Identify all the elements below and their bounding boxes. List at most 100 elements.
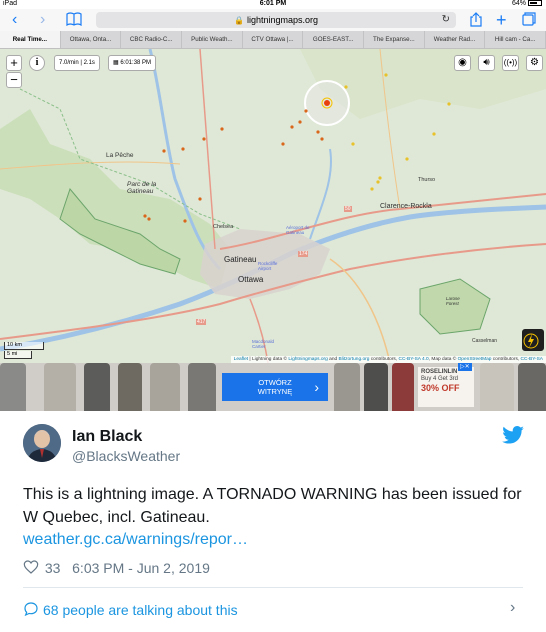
comment-bubble-icon — [23, 601, 39, 621]
calendar-icon: ▦ — [113, 60, 119, 66]
tab-ottawa[interactable]: Ottawa, Onta... — [61, 31, 122, 48]
tweet-link[interactable]: weather.gc.ca/warnings/repor… — [23, 531, 248, 549]
map-canvas — [0, 49, 546, 363]
lightning-logo-icon[interactable] — [522, 329, 544, 351]
lightning-map[interactable]: + − i 7.0/min | 2.1s ▦ 6:01:38 PM ◉ 🔊︎ (… — [0, 49, 546, 363]
status-time: 6:01 PM — [259, 0, 287, 7]
zoom-in-button[interactable]: + — [6, 55, 22, 71]
label-gatineau: Gatineau — [224, 255, 257, 264]
twitter-bird-icon[interactable] — [502, 426, 524, 449]
tweet-timestamp[interactable]: 6:03 PM - Jun 2, 2019 — [72, 560, 210, 576]
scale-mi: 5 mi — [4, 351, 32, 359]
battery-indicator: 64% — [512, 0, 542, 7]
map-clock: ▦ 6:01:38 PM — [108, 55, 157, 71]
author-name[interactable]: Ian Black — [72, 428, 142, 446]
label-hwy-50: 50 — [344, 206, 352, 212]
ad-button-line2: WITRYNĘ — [257, 387, 293, 396]
label-gatineau-airport: Aéroport de Gatineau — [286, 225, 310, 235]
ad-product-image — [0, 363, 26, 411]
status-bar: iPad 6:01 PM 64% — [0, 0, 546, 9]
author-handle[interactable]: @BlacksWeather — [72, 448, 180, 464]
signal-icon[interactable]: ((•)) — [502, 55, 519, 71]
tweet-text: This is a lightning image. A TORNADO WAR… — [23, 486, 522, 526]
cc-license-link[interactable]: CC-BY-SA 4.0 — [398, 357, 428, 362]
label-macdonald-cartier: Macdonald Cartier — [252, 339, 275, 349]
map-attribution: Leaflet | Lightning data © Lightningmaps… — [230, 356, 546, 363]
blitzortung-link[interactable]: Blitzortung.org — [338, 357, 369, 362]
tab-hill-cam[interactable]: Hill cam - Ca... — [485, 31, 546, 48]
cc-license-link-2[interactable]: CC-BY-SA — [521, 357, 543, 362]
ad-product-image — [334, 363, 360, 411]
tab-cbc-radio[interactable]: CBC Radio-C... — [121, 31, 183, 48]
lightningmaps-link[interactable]: Lightningmaps.org — [288, 357, 327, 362]
tab-goes-east[interactable]: GOES-EAST... — [303, 31, 365, 48]
ad-product-image — [480, 363, 514, 411]
locate-icon[interactable]: ◉ — [454, 55, 471, 71]
tab-strip: Real Time... Ottawa, Onta... CBC Radio-C… — [0, 31, 546, 49]
label-la-peche: La Pêche — [106, 152, 134, 159]
tabs-overview-icon[interactable] — [522, 12, 536, 31]
clock-text: 6:01:38 PM — [120, 60, 152, 66]
ad-sale: 30% OFF — [421, 383, 460, 393]
like-count[interactable]: 33 — [45, 560, 61, 576]
battery-percent: 64% — [511, 0, 526, 7]
forward-icon[interactable]: › — [40, 11, 45, 29]
tab-public-weather[interactable]: Public Weath... — [182, 31, 243, 48]
conversation-count-text: 68 people are talking about this — [43, 602, 238, 618]
tab-the-expanse[interactable]: The Expanse... — [364, 31, 425, 48]
scale-km: 10 km — [4, 342, 44, 350]
label-clarence-rockland: Clarence-Rockla — [380, 203, 432, 210]
tab-weather-radar[interactable]: Weather Rad... — [425, 31, 486, 48]
ad-promo: Buy 4 Get 3rd — [421, 376, 459, 382]
ad-product-image — [84, 363, 110, 411]
open-website-button[interactable]: OTWÓRZ WITRYNĘ › — [222, 373, 328, 401]
url-text: lightningmaps.org — [246, 15, 318, 25]
share-icon[interactable] — [470, 12, 482, 32]
divider — [23, 587, 523, 588]
info-icon[interactable]: i — [29, 55, 45, 71]
reload-icon[interactable]: ↻ — [442, 12, 450, 28]
browser-toolbar: ‹ › 🔒 lightningmaps.org ↻ + — [0, 9, 546, 31]
tweet-card: Ian Black @BlacksWeather This is a light… — [0, 411, 546, 632]
label-larose-forest: Larose Forest — [446, 296, 460, 306]
address-bar[interactable]: 🔒 lightningmaps.org ↻ — [96, 12, 456, 28]
tab-ctv-ottawa[interactable]: CTV Ottawa |... — [243, 31, 304, 48]
bookmarks-icon[interactable] — [66, 12, 82, 31]
new-tab-icon[interactable]: + — [496, 11, 507, 29]
chevron-right-icon: › — [314, 379, 319, 395]
label-chelsea: Chelsea — [213, 224, 234, 230]
label-ottawa: Ottawa — [238, 275, 264, 284]
back-icon[interactable]: ‹ — [12, 11, 17, 29]
ad-product-image — [188, 363, 216, 411]
battery-icon — [528, 0, 542, 7]
label-thurso: Thurso — [418, 177, 436, 183]
chevron-right-icon[interactable]: › — [510, 599, 515, 617]
strike-rate: 7.0/min | 2.1s — [54, 55, 100, 71]
ad-product-image — [118, 363, 142, 411]
settings-gear-icon[interactable]: ⚙ — [526, 55, 543, 71]
avatar[interactable] — [23, 424, 61, 462]
label-parc-gatineau: Parc de la Gatineau — [127, 181, 157, 195]
ad-brand-box: ROSELINLIN Buy 4 Get 3rd 30% OFF — [418, 367, 474, 407]
ad-product-image — [150, 363, 180, 411]
zoom-out-button[interactable]: − — [6, 72, 22, 88]
label-rockcliffe: Rockcliffe Airport — [258, 261, 278, 271]
sound-icon[interactable]: 🔊︎ — [478, 55, 495, 71]
label-casselman: Casselman — [472, 338, 498, 344]
ad-banner[interactable]: OTWÓRZ WITRYNĘ › ROSELINLIN Buy 4 Get 3r… — [0, 363, 546, 411]
ad-product-image — [364, 363, 388, 411]
ad-choices-icon[interactable]: ▷✕ — [458, 363, 472, 371]
like-heart-icon[interactable] — [23, 559, 39, 579]
label-hwy-174: 174 — [298, 251, 309, 257]
osm-link[interactable]: OpenStreetMap — [458, 357, 492, 362]
lock-icon: 🔒 — [233, 16, 244, 25]
label-hwy-417: 417 — [196, 319, 207, 325]
ad-product-image — [44, 363, 76, 411]
conversation-link[interactable]: 68 people are talking about this — [23, 601, 238, 621]
leaflet-link[interactable]: Leaflet — [234, 357, 248, 362]
tab-real-time[interactable]: Real Time... — [0, 31, 61, 48]
ad-product-image — [392, 363, 414, 411]
tweet-meta: 33 6:03 PM - Jun 2, 2019 — [23, 559, 210, 579]
ad-product-image — [518, 363, 546, 411]
ad-button-line1: OTWÓRZ — [258, 378, 292, 387]
